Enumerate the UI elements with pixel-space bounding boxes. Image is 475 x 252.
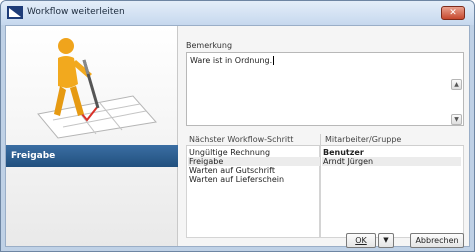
- scroll-up-button[interactable]: ▲: [451, 79, 462, 90]
- remark-label: Bemerkung: [186, 41, 233, 50]
- step-item-selected[interactable]: Freigabe: [188, 157, 320, 166]
- steps-column-header[interactable]: Nächster Workflow-Schritt: [186, 134, 320, 146]
- assignee-header-label: Mitarbeiter/Gruppe: [325, 135, 402, 144]
- step-item[interactable]: Ungültige Rechnung: [189, 148, 270, 157]
- scroll-down-button[interactable]: ▼: [451, 114, 462, 125]
- assignee-group: Benutzer: [323, 148, 364, 157]
- steps-header-label: Nächster Workflow-Schritt: [189, 135, 294, 144]
- window-title: Workflow weiterleiten: [27, 7, 125, 17]
- remark-textarea[interactable]: Ware ist in Ordnung. ▲ ▼: [186, 52, 464, 126]
- assignee-list: Benutzer Arndt Jürgen: [320, 146, 464, 238]
- assignee-item[interactable]: Arndt Jürgen: [322, 157, 461, 166]
- cancel-button[interactable]: Abbrechen: [410, 233, 464, 248]
- close-button[interactable]: ✕: [441, 6, 465, 20]
- title-bar[interactable]: Workflow weiterleiten ✕: [1, 1, 474, 25]
- dialog-client: Freigabe Bemerkung Ware ist in Ordnung. …: [5, 25, 470, 248]
- step-item[interactable]: Warten auf Lieferschein: [189, 175, 284, 184]
- step-banner: Freigabe: [6, 145, 178, 167]
- dialog-window: Workflow weiterleiten ✕ Freigabe Bemerku…: [0, 0, 475, 252]
- ok-dropdown-button[interactable]: ▼: [378, 233, 394, 248]
- figure-checklist-icon: [37, 38, 157, 139]
- steps-list: Ungültige Rechnung Freigabe Warten auf G…: [186, 146, 320, 238]
- left-panel: Freigabe: [6, 26, 178, 246]
- app-icon: [7, 6, 23, 19]
- ok-button[interactable]: OK: [346, 233, 376, 248]
- ok-label: OK: [355, 236, 367, 245]
- remark-text: Ware ist in Ordnung.: [190, 56, 275, 65]
- step-item[interactable]: Warten auf Gutschrift: [189, 166, 275, 175]
- assignee-column-header[interactable]: Mitarbeiter/Gruppe: [320, 134, 464, 146]
- text-caret: [273, 56, 275, 65]
